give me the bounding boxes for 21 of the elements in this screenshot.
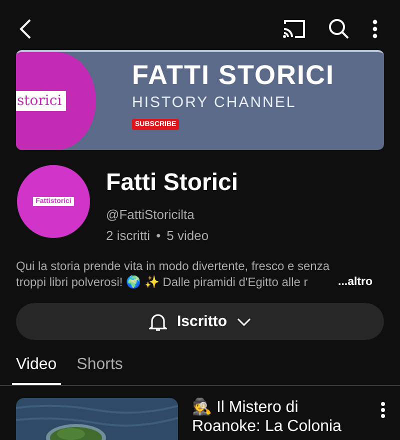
chevron-down-icon	[237, 318, 251, 326]
channel-name: Fatti Storici	[106, 169, 238, 197]
bell-icon	[148, 312, 167, 332]
more-icon[interactable]	[380, 401, 386, 419]
channel-handle: @FattiStoricilta	[106, 207, 196, 222]
channel-description: Qui la storia prende vita in modo divertente, fresco e senza troppi libri polverosi! 🌍 ✨ Dalle piramidi d'Egitto alle r	[16, 258, 330, 290]
video-count: 5 video	[166, 228, 209, 243]
banner-subtitle: HISTORY CHANNEL	[132, 94, 296, 111]
back-icon[interactable]	[18, 18, 32, 40]
tab[interactable]: Shorts	[72, 352, 127, 385]
more-link[interactable]: ...altro	[338, 274, 373, 290]
search-icon[interactable]	[328, 18, 350, 40]
more-icon[interactable]	[372, 19, 378, 39]
tab[interactable]: Video	[12, 352, 61, 385]
subscriber-count: 2 iscritti	[106, 228, 150, 243]
separator-dot: •	[156, 228, 161, 243]
cast-icon[interactable]	[282, 19, 306, 39]
subscribed-button[interactable]: Iscritto	[16, 303, 384, 340]
banner-logo-text: storici	[16, 91, 66, 111]
video-title[interactable]: 🕵 Il Mistero di Roanoke: La Colonia	[192, 398, 366, 436]
banner-title: FATTI STORICI	[132, 60, 335, 91]
